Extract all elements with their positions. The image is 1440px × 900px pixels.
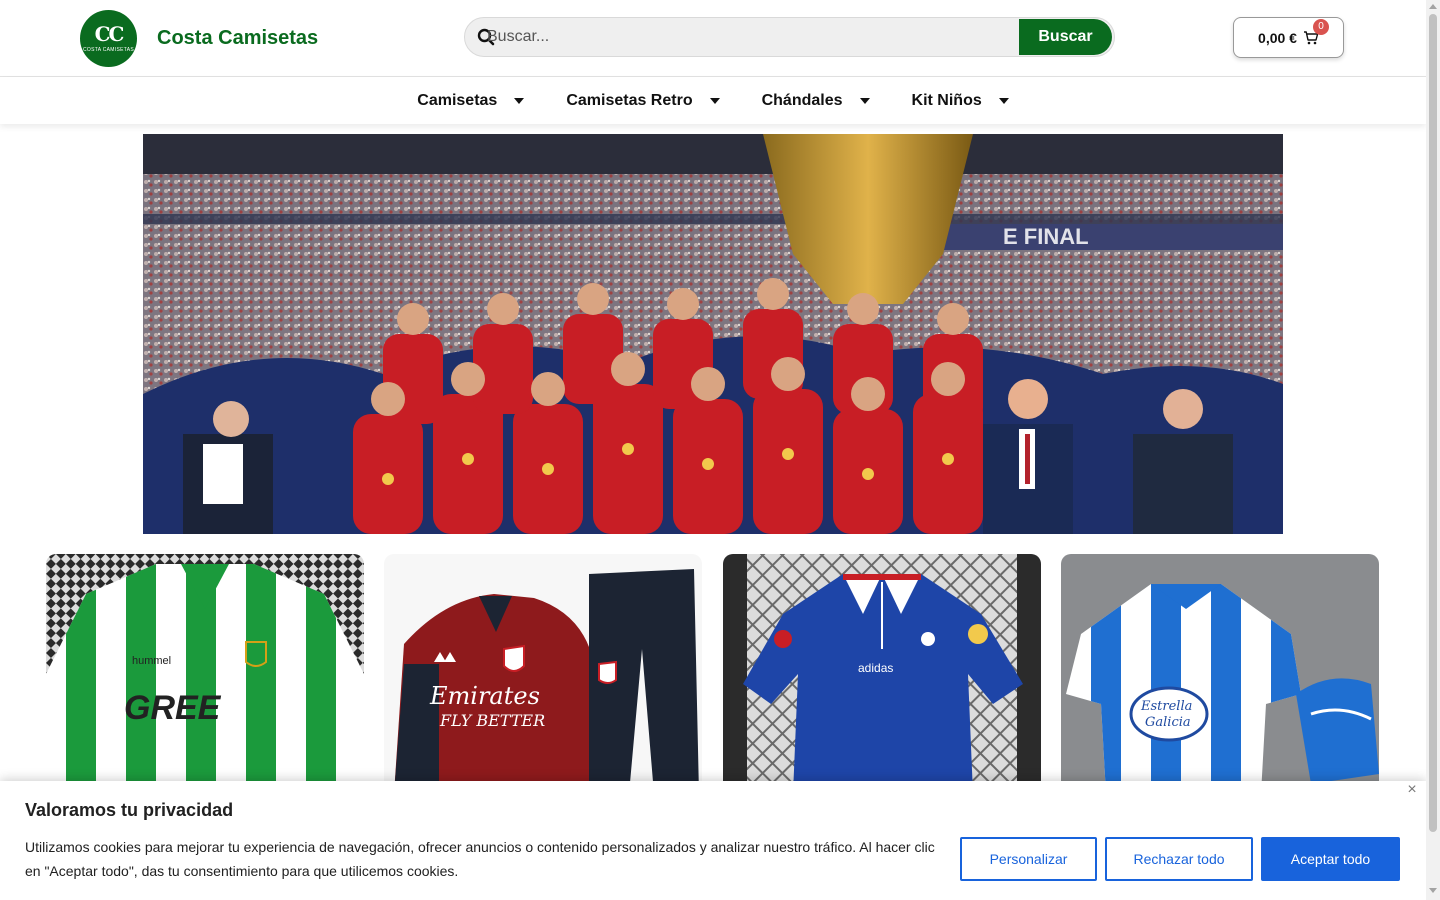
nav-item-chandales[interactable]: Chándales	[762, 92, 870, 110]
scroll-up-arrow-icon[interactable]	[1429, 4, 1437, 9]
product-image[interactable]: Estrella Galicia	[1061, 554, 1379, 794]
logo-monogram: CC	[94, 22, 125, 46]
product-card[interactable]: Emirates FLY BETTER	[384, 554, 702, 794]
product-card[interactable]: Estrella Galicia	[1061, 554, 1379, 794]
nav-item-label: Camisetas Retro	[566, 91, 693, 109]
scroll-down-arrow-icon[interactable]	[1429, 888, 1437, 893]
sponsor-text: Emirates	[429, 682, 540, 710]
brand-name[interactable]: Costa Camisetas	[157, 27, 318, 50]
caret-down-icon[interactable]	[514, 97, 525, 104]
nav-item-label: Chándales	[761, 91, 843, 109]
customize-button[interactable]: Personalizar	[960, 837, 1097, 881]
sponsor-text: Estrella	[1140, 699, 1192, 714]
cookie-title: Valoramos tu privacidad	[25, 800, 234, 820]
nav-item-label: Camisetas	[417, 91, 498, 109]
svg-text:E FINAL: E FINAL	[1003, 224, 1089, 249]
sponsor-text: GREE	[124, 689, 222, 727]
product-card[interactable]: GREE hummel	[46, 554, 364, 794]
cookie-consent-banner: Valoramos tu privacidad Utilizamos cooki…	[0, 781, 1426, 900]
nav-item-label: Kit Niños	[911, 91, 982, 109]
nav-item-kit-ninos[interactable]: Kit Niños	[912, 92, 1009, 110]
accept-all-button[interactable]: Aceptar todo	[1261, 837, 1400, 881]
cart-button[interactable]: 0,00 € 0	[1233, 17, 1344, 58]
logo-link[interactable]: CC COSTA CAMISETAS Costa Camisetas	[80, 10, 318, 67]
product-image[interactable]: GREE hummel	[46, 554, 364, 794]
scrollbar-thumb[interactable]	[1429, 14, 1437, 832]
vertical-scrollbar[interactable]	[1426, 0, 1440, 900]
main-nav: Camisetas Camisetas Retro Chándales Kit …	[0, 77, 1426, 124]
cart-icon: 0	[1303, 18, 1329, 46]
product-card[interactable]: adidas	[723, 554, 1041, 794]
reject-all-button[interactable]: Rechazar todo	[1105, 837, 1253, 881]
site-header: CC COSTA CAMISETAS Costa Camisetas Busca…	[0, 0, 1426, 77]
hero-banner-image[interactable]: E FINAL	[143, 134, 1283, 534]
sponsor-line2-text: FLY BETTER	[439, 711, 545, 730]
sponsor-line2-text: Galicia	[1145, 715, 1191, 730]
caret-down-icon[interactable]	[998, 97, 1009, 104]
nav-item-camisetas-retro[interactable]: Camisetas Retro	[566, 91, 720, 110]
cart-total: 0,00 €	[1258, 29, 1297, 46]
product-image[interactable]: adidas	[723, 554, 1041, 794]
logo-icon: CC COSTA CAMISETAS	[80, 10, 137, 67]
search-bar: Buscar	[464, 17, 1115, 57]
cart-count-badge: 0	[1312, 18, 1329, 35]
brand-mark-text: adidas	[858, 661, 893, 675]
logo-subtext: COSTA CAMISETAS	[83, 47, 134, 53]
search-input[interactable]	[487, 18, 1019, 56]
brand-mark-text: hummel	[132, 655, 171, 667]
close-icon[interactable]: ×	[1404, 782, 1420, 798]
cookie-description: Utilizamos cookies para mejorar tu exper…	[25, 839, 935, 879]
product-image[interactable]: Emirates FLY BETTER	[384, 554, 702, 794]
page: CC COSTA CAMISETAS Costa Camisetas Busca…	[0, 0, 1440, 900]
search-button[interactable]: Buscar	[1019, 19, 1112, 55]
caret-down-icon[interactable]	[709, 97, 720, 104]
nav-item-camisetas[interactable]: Camisetas	[417, 91, 525, 110]
caret-down-icon[interactable]	[859, 97, 870, 104]
